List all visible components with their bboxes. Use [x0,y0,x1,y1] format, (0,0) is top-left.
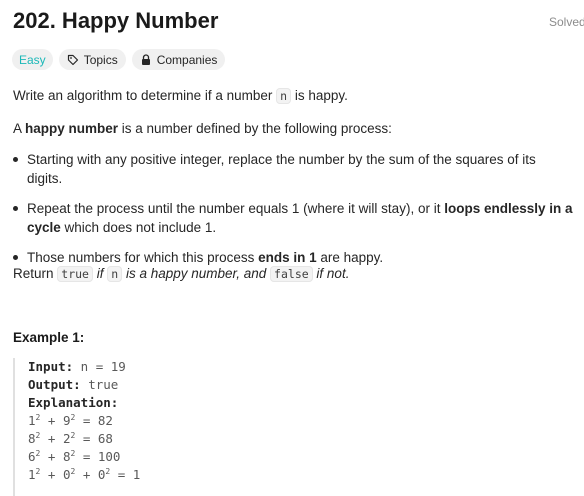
description-paragraph-3: Return true if n is a happy number, and … [13,264,349,284]
input-label: Input: [28,359,74,374]
tag-bar: Easy Topics Companies [12,49,226,70]
rules-list: Starting with any positive integer, repl… [13,150,573,267]
example-input: Input: n = 19 [28,358,433,376]
text: is happy. [291,88,348,103]
bold-text: happy number [25,121,119,136]
problem-title: 202. Happy Number [13,8,219,33]
output-label: Output: [28,377,81,392]
output-value: true [80,377,119,392]
companies-tag[interactable]: Companies [131,49,226,70]
explanation-steps: 12 + 92 = 82 82 + 22 = 68 62 + 82 = 100 12 … [28,412,433,484]
inline-code-n: n [107,266,123,282]
explanation-step: 12 + 92 = 82 [28,412,113,428]
list-item: Starting with any positive integer, repl… [13,150,573,188]
topics-tag[interactable]: Topics [58,49,126,70]
italic-text: is a happy number, and [122,266,271,281]
solved-status: Solved [549,15,584,29]
companies-label: Companies [156,52,218,67]
inline-code-n: n [276,88,292,104]
difficulty-badge[interactable]: Easy [12,49,53,70]
topics-label: Topics [83,52,118,67]
text: Write an algorithm to determine if a num… [13,88,277,103]
input-value: n = 19 [73,359,126,374]
description-paragraph-2: A happy number is a number defined by th… [13,119,392,138]
text: Starting with any positive integer, repl… [27,152,536,186]
text: Return [13,266,58,281]
explanation-label: Explanation: [28,395,119,410]
text: is a number defined by the following pro… [118,121,392,136]
example-title: Example 1: [13,330,85,345]
bold-text: ends in 1 [258,250,317,265]
explanation-step: 82 + 22 = 68 [28,430,113,446]
tag-icon [67,54,78,65]
example-explanation-label: Explanation: [28,394,433,412]
explanation-step: 12 + 02 + 02 = 1 [28,466,141,482]
inline-code-true: true [57,266,93,282]
text: Repeat the process until the number equa… [27,201,445,216]
example-output: Output: true [28,376,433,394]
italic-text: if not. [312,266,350,281]
example-block: Input: n = 19 Output: true Explanation: … [13,358,433,496]
italic-text: if [92,266,108,281]
text: which does not include 1. [60,220,217,235]
text: Those numbers for which this process [27,250,259,265]
explanation-step: 62 + 82 = 100 [28,448,121,464]
text: A [13,121,26,136]
inline-code-false: false [270,266,313,282]
text: are happy. [316,250,384,265]
list-item: Repeat the process until the number equa… [13,199,573,237]
description-paragraph-1: Write an algorithm to determine if a num… [13,86,348,106]
lock-icon [141,53,150,65]
